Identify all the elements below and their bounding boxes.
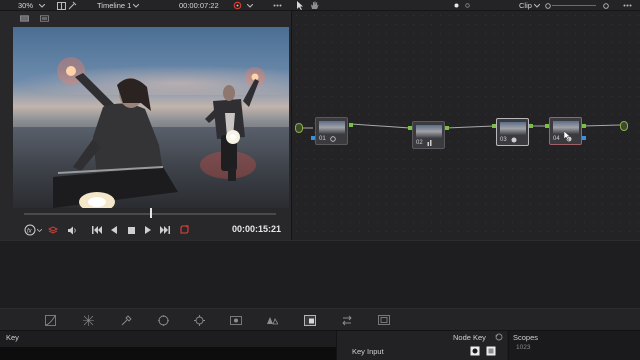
skip-to-end-icon[interactable]: [159, 224, 171, 236]
source-timecode: 00:00:07:22: [179, 1, 219, 10]
dot-outline-icon: [601, 1, 610, 10]
speaker-icon[interactable]: [66, 224, 78, 236]
tracker-icon[interactable]: [193, 314, 205, 326]
node-output-port[interactable]: [445, 126, 449, 130]
node-output-port[interactable]: [349, 123, 353, 127]
stop-icon[interactable]: [125, 224, 137, 236]
palette-toolbar: [0, 308, 640, 330]
fx-badge-icon: [511, 137, 517, 145]
highlight-icon[interactable]: [68, 1, 77, 10]
viewer-frame[interactable]: [13, 27, 289, 208]
node-key-port[interactable]: [582, 136, 586, 140]
loop-icon[interactable]: [178, 224, 190, 236]
window-icon[interactable]: [157, 314, 169, 326]
node-01[interactable]: 01: [315, 117, 348, 145]
pointer-icon[interactable]: [296, 1, 305, 10]
gallery-view-icon[interactable]: [40, 14, 49, 23]
node-label: 04: [553, 136, 560, 142]
node-label: 02: [416, 140, 423, 146]
blur-icon[interactable]: [266, 314, 278, 326]
scope-scale-value: 1023: [516, 344, 531, 351]
node-02[interactable]: 02: [412, 121, 445, 149]
sizing-icon[interactable]: [341, 314, 353, 326]
output-node[interactable]: [620, 121, 628, 131]
dot-outline-icon: [463, 1, 472, 10]
dot-outline-icon: [543, 1, 552, 10]
node-editor[interactable]: 01 02 03 04: [291, 11, 640, 240]
chevron-down-icon[interactable]: [245, 1, 254, 10]
loop-playback-icon[interactable]: [233, 1, 242, 10]
fx-badge-icon: [330, 136, 336, 144]
magic-mask-icon[interactable]: [230, 314, 242, 326]
single-viewer-icon[interactable]: [20, 14, 29, 23]
node-key-label: Node Key: [453, 333, 486, 342]
record-timecode: 00:00:15:21: [232, 224, 282, 234]
chevron-down-icon[interactable]: [36, 224, 43, 236]
node-03[interactable]: 03: [496, 118, 529, 146]
layers-icon[interactable]: [47, 224, 59, 236]
more-options-icon[interactable]: [273, 1, 282, 10]
node-label: 03: [500, 137, 507, 143]
viewer-panel: fx 00:00:15:21: [0, 11, 291, 240]
curves-badge-icon: [427, 140, 433, 148]
node-thumbnail: [319, 121, 345, 134]
timeline-strip: [0, 240, 640, 308]
mouse-cursor-icon: [563, 130, 571, 143]
node-thumbnail: [416, 125, 442, 138]
image-wipe-icon[interactable]: [57, 1, 66, 10]
node-output-port[interactable]: [529, 124, 533, 128]
node-input-port[interactable]: [492, 124, 496, 128]
3d-icon[interactable]: [378, 314, 390, 326]
node-label: 01: [319, 136, 326, 142]
zoom-level[interactable]: 30%: [18, 0, 33, 11]
node-zoom-slider[interactable]: [552, 5, 596, 6]
dot-icon: [452, 1, 461, 10]
play-reverse-icon[interactable]: [108, 224, 120, 236]
curves-icon[interactable]: [44, 314, 56, 326]
playhead[interactable]: [150, 208, 152, 218]
qualifier-icon[interactable]: [120, 314, 132, 326]
node-thumbnail: [500, 122, 526, 135]
key-graph-area: [0, 347, 336, 360]
scopes-label: Scopes: [513, 333, 539, 342]
hand-icon[interactable]: [310, 1, 319, 10]
key-icon[interactable]: [304, 314, 316, 326]
node-input-port[interactable]: [545, 124, 549, 128]
chevron-down-icon[interactable]: [131, 1, 140, 10]
more-options-icon[interactable]: [623, 1, 632, 10]
key-input-toggle-icon[interactable]: [470, 346, 480, 358]
frame-scene: [53, 57, 265, 208]
key-panel: Key Node Key Key Input Scopes 1023: [0, 330, 640, 360]
node-mode-selector[interactable]: Clip: [519, 0, 532, 11]
node-output-port[interactable]: [582, 124, 586, 128]
svg-text:fx: fx: [27, 229, 33, 235]
reset-icon[interactable]: [494, 332, 503, 341]
key-input-label: Key Input: [352, 347, 384, 356]
key-invert-toggle-icon[interactable]: [486, 346, 496, 358]
chevron-down-icon[interactable]: [37, 1, 46, 10]
source-input-node[interactable]: [295, 123, 303, 133]
fx-bypass-icon[interactable]: fx: [23, 224, 37, 236]
skip-to-start-icon[interactable]: [91, 224, 103, 236]
transport-controls: fx 00:00:15:21: [0, 222, 291, 238]
node-input-port[interactable]: [408, 126, 412, 130]
node-key-port[interactable]: [311, 136, 315, 140]
top-toolbar: 30% Timeline 1 00:00:07:22 Clip: [0, 0, 640, 11]
play-icon[interactable]: [142, 224, 154, 236]
chevron-down-icon[interactable]: [532, 1, 541, 10]
color-warper-icon[interactable]: [82, 314, 94, 326]
timeline-selector[interactable]: Timeline 1: [97, 0, 131, 11]
key-panel-title: Key: [6, 333, 19, 342]
